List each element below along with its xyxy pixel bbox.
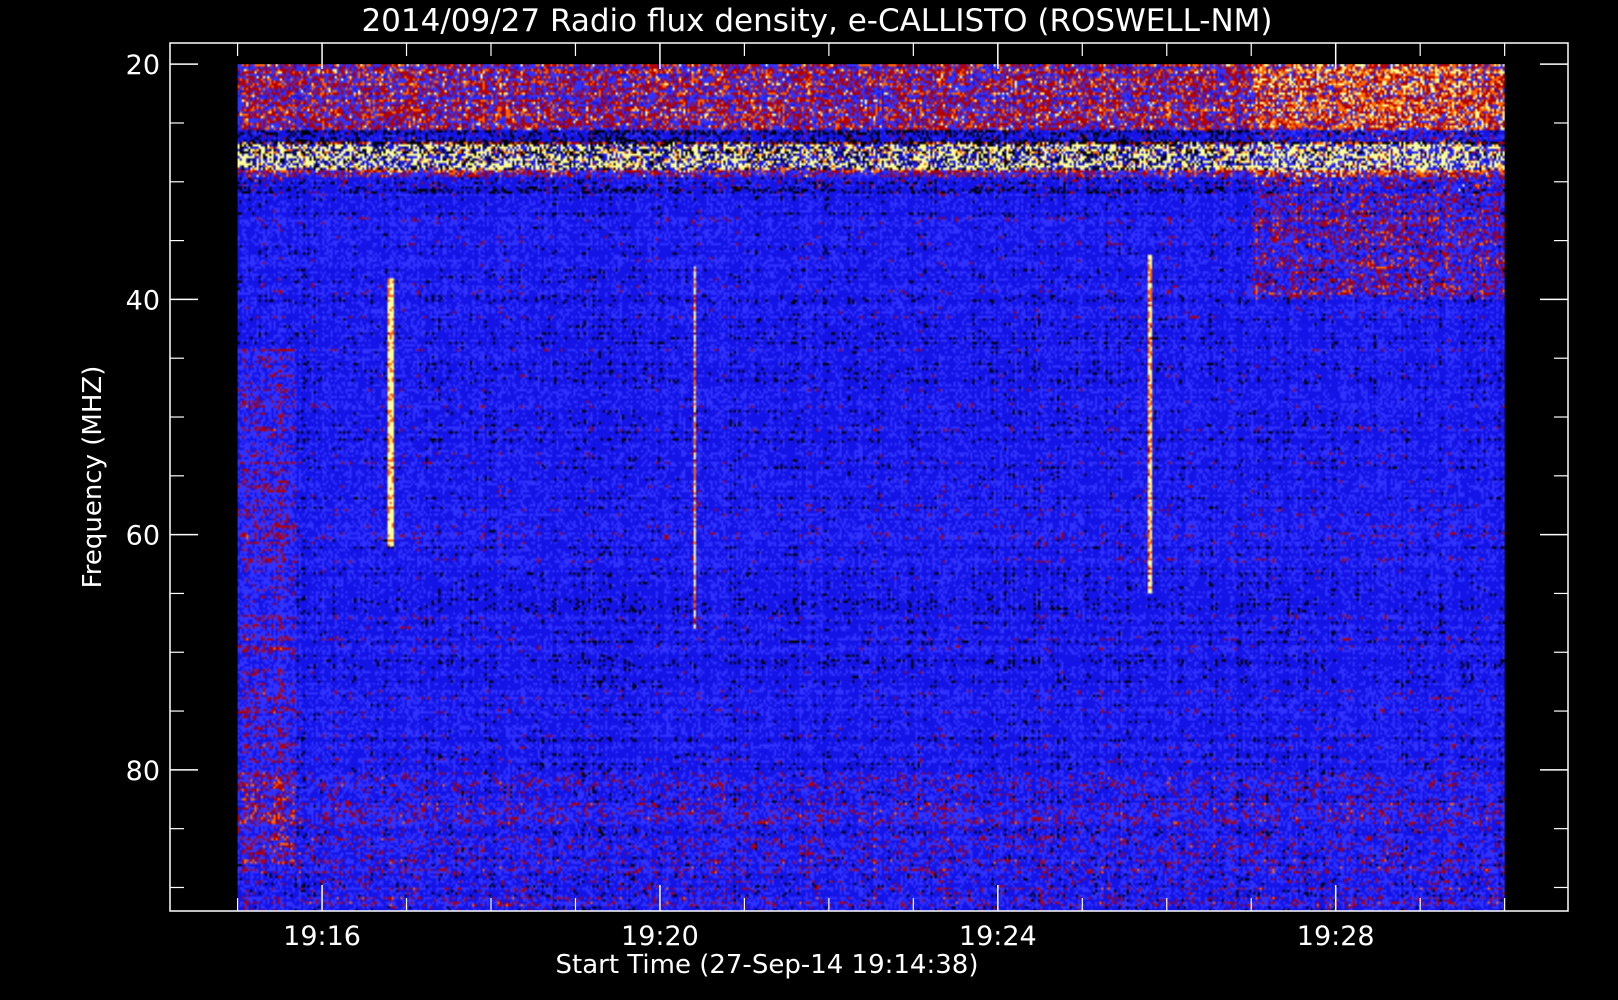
y-tick-label: 40 xyxy=(126,285,160,316)
y-tick-label: 60 xyxy=(126,521,160,552)
spectrogram-chart: 2014/09/27 Radio flux density, e-CALLIST… xyxy=(0,0,1618,1000)
y-tick-label: 80 xyxy=(126,756,160,787)
x-tick-label: 19:24 xyxy=(959,921,1037,952)
y-axis-label: Frequency (MHZ) xyxy=(78,366,108,589)
y-tick-label: 20 xyxy=(126,50,160,81)
x-tick-label: 19:20 xyxy=(621,921,699,952)
spectrogram-heatmap xyxy=(237,64,1505,912)
chart-title: 2014/09/27 Radio flux density, e-CALLIST… xyxy=(361,3,1272,39)
x-tick-label: 19:16 xyxy=(283,921,361,952)
plot-area xyxy=(169,42,1569,912)
x-tick-label: 19:28 xyxy=(1297,921,1375,952)
x-axis-label: Start Time (27-Sep-14 19:14:38) xyxy=(556,950,979,980)
